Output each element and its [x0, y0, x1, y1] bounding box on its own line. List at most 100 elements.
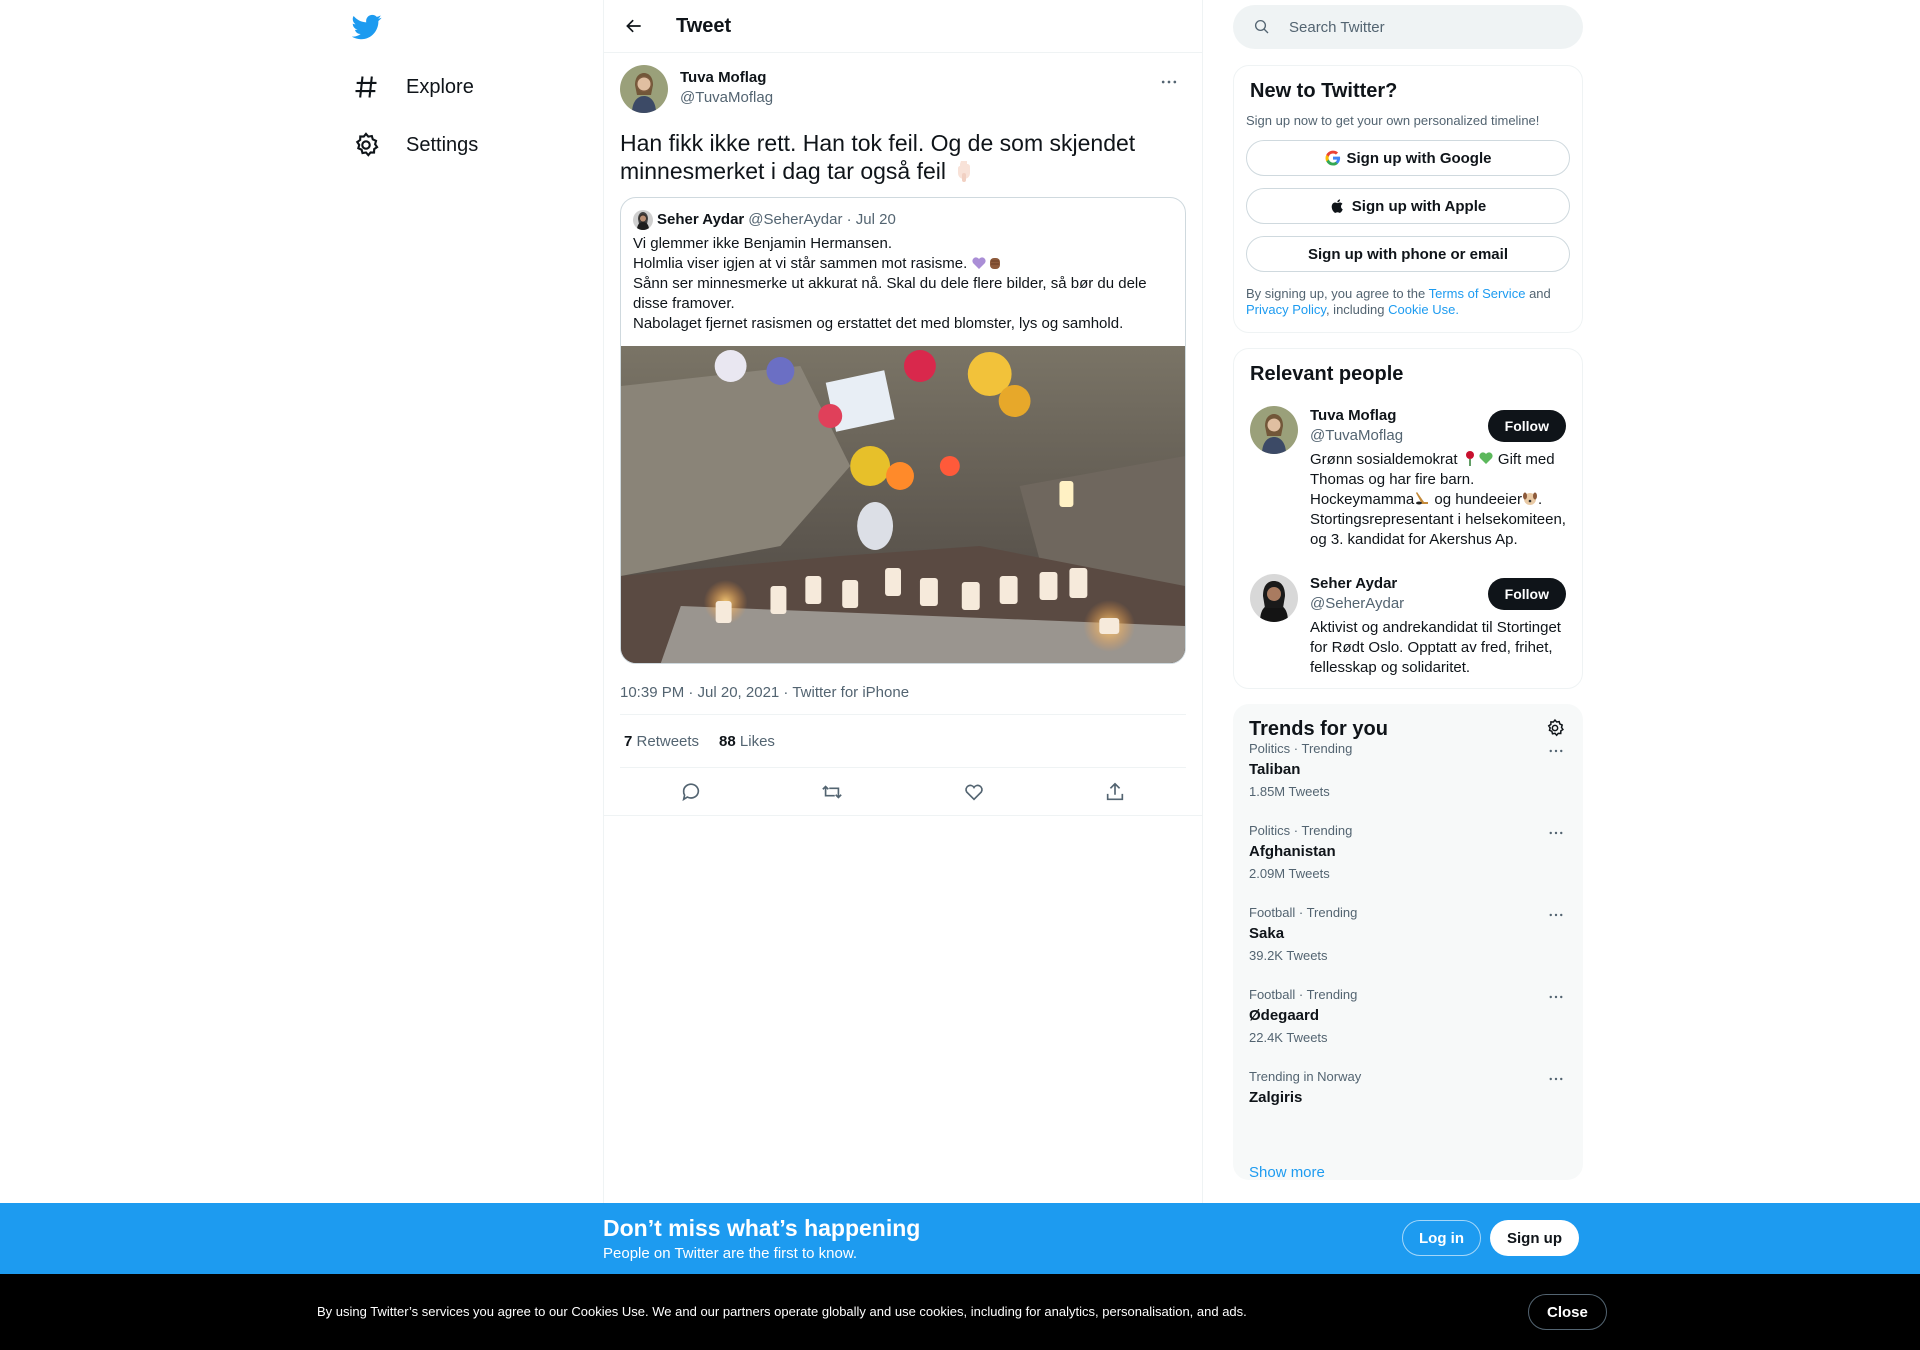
avatar[interactable] — [1250, 406, 1298, 454]
quoted-tweet-text: Vi glemmer ikke Benjamin Hermansen. Holm… — [621, 230, 1185, 346]
like-heart-icon[interactable] — [954, 772, 994, 812]
signup-legal-text: By signing up, you agree to the Terms of… — [1246, 286, 1551, 317]
purple-heart-icon — [971, 255, 987, 271]
person-item[interactable]: Tuva Moflag @TuvaMoflag Grønn sosialdemo… — [1250, 406, 1566, 550]
right-sidebar: New to Twitter? Sign up now to get your … — [1233, 0, 1583, 1181]
follow-button[interactable]: Follow — [1487, 410, 1566, 442]
trends-title: Trends for you — [1249, 718, 1388, 740]
signup-email-button[interactable]: Sign up with phone or email — [1246, 236, 1570, 272]
person-bio: Grønn sosialdemokrat Gift med Thomas og … — [1310, 450, 1566, 548]
signup-apple-label: Sign up with Apple — [1351, 197, 1487, 215]
avatar[interactable] — [1250, 574, 1298, 622]
show-more-link[interactable]: Show more — [1249, 1164, 1325, 1181]
more-options-icon[interactable] — [1541, 905, 1571, 925]
signup-button[interactable]: Sign up — [1490, 1220, 1579, 1256]
trend-count: 2.09M Tweets — [1249, 866, 1330, 881]
hockey-icon — [1414, 490, 1430, 506]
more-options-icon[interactable] — [1541, 823, 1571, 843]
relevant-people-title: Relevant people — [1250, 363, 1404, 385]
quoted-tweet-header: Seher Aydar @SeherAydar · Jul 20 — [621, 198, 1185, 230]
tweet-text: Han fikk ikke rett. Han tok feil. Og de … — [620, 129, 1186, 185]
main-column: Tweet Tuva Moflag @TuvaMoflag Han fikk i… — [603, 0, 1203, 1203]
nav-item-explore[interactable]: Explore — [352, 64, 474, 110]
trend-category: Football · Trending — [1249, 987, 1358, 1002]
tweet-meta: 10:39 PM · Jul 20, 2021 · Twitter for iP… — [620, 680, 1186, 715]
tweet-stats: 7 Retweets 88 Likes — [620, 715, 1186, 768]
trend-item[interactable]: Politics · Trending Taliban 1.85M Tweets — [1249, 741, 1567, 823]
separator: · — [842, 211, 856, 228]
nav-label: Settings — [406, 133, 479, 156]
back-arrow-icon[interactable] — [616, 8, 652, 44]
quote-line: Holmlia viser igjen at vi står sammen mo… — [633, 254, 1173, 274]
trend-name: Taliban — [1249, 761, 1301, 778]
quoted-tweet-image[interactable] — [621, 346, 1185, 663]
trend-category: Football · Trending — [1249, 905, 1358, 920]
quote-line: Vi glemmer ikke Benjamin Hermansen. — [633, 235, 892, 252]
page-title: Tweet — [676, 14, 732, 37]
signup-subtitle: Sign up now to get your own personalized… — [1246, 113, 1540, 128]
signup-google-label: Sign up with Google — [1346, 149, 1492, 167]
trend-count: 1.85M Tweets — [1249, 784, 1330, 799]
tweet-text-body: Han fikk ikke rett. Han tok feil. Og de … — [620, 130, 1136, 184]
trend-item[interactable]: Football · Trending Saka 39.2K Tweets — [1249, 905, 1567, 987]
follow-button[interactable]: Follow — [1487, 578, 1566, 610]
person-item[interactable]: Seher Aydar @SeherAydar Aktivist og andr… — [1250, 574, 1566, 678]
quoted-author-name: Seher Aydar — [657, 211, 745, 228]
reply-icon[interactable] — [671, 772, 711, 812]
tweet: Tuva Moflag @TuvaMoflag Han fikk ikke re… — [604, 53, 1202, 816]
trend-item[interactable]: Trending in Norway Zalgiris — [1249, 1069, 1567, 1151]
signup-google-button[interactable]: Sign up with Google — [1246, 140, 1570, 176]
quote-line: Nabolaget fjernet rasismen og erstattet … — [633, 315, 1124, 332]
author-name[interactable]: Tuva Moflag — [680, 68, 773, 88]
cookie-link[interactable]: Cookie Use. — [1388, 302, 1459, 317]
trend-item[interactable]: Politics · Trending Afghanistan 2.09M Tw… — [1249, 823, 1567, 905]
trend-name: Zalgiris — [1249, 1089, 1303, 1106]
search-bar[interactable] — [1233, 5, 1583, 49]
trend-item[interactable]: Football · Trending Ødegaard 22.4K Tweet… — [1249, 987, 1567, 1069]
tweet-actions — [604, 768, 1202, 816]
avatar[interactable] — [620, 65, 668, 113]
tweet-author: Tuva Moflag @TuvaMoflag — [620, 53, 1186, 113]
quote-line: Sånn ser minnesmerke ut akkurat nå. Skal… — [633, 275, 1147, 312]
terms-link[interactable]: Terms of Service — [1429, 286, 1526, 301]
page-header: Tweet — [604, 0, 1202, 53]
trends-card: Trends for you Politics · Trending Talib… — [1233, 704, 1583, 1181]
privacy-link[interactable]: Privacy Policy — [1246, 302, 1326, 317]
more-options-icon[interactable] — [1541, 1069, 1571, 1089]
close-button[interactable]: Close — [1528, 1294, 1607, 1330]
retweet-icon[interactable] — [812, 772, 852, 812]
hashtag-icon — [352, 73, 380, 101]
person-bio: Aktivist og andrekandidat til Stortinget… — [1310, 619, 1561, 676]
login-button[interactable]: Log in — [1402, 1220, 1481, 1256]
signup-banner: Don’t miss what’s happening People on Tw… — [0, 1203, 1920, 1274]
twitter-logo-icon[interactable] — [352, 12, 382, 42]
search-input[interactable] — [1287, 17, 1547, 37]
trend-category: Politics · Trending — [1249, 823, 1353, 838]
trend-count: 22.4K Tweets — [1249, 1030, 1328, 1045]
quoted-tweet[interactable]: Seher Aydar @SeherAydar · Jul 20 Vi glem… — [620, 197, 1186, 664]
trend-name: Ødegaard — [1249, 1007, 1320, 1024]
signup-apple-button[interactable]: Sign up with Apple — [1246, 188, 1570, 224]
dog-face-icon — [1522, 490, 1538, 506]
search-icon — [1253, 18, 1271, 36]
gear-icon — [352, 131, 380, 159]
retweets-stat[interactable]: 7 Retweets — [624, 733, 699, 750]
cookie-text: By using Twitter’s services you agree to… — [317, 1304, 1247, 1319]
green-heart-icon — [1478, 450, 1494, 466]
cookie-bar: By using Twitter’s services you agree to… — [0, 1274, 1920, 1350]
raised-fist-icon — [987, 255, 1003, 271]
nav-item-settings[interactable]: Settings — [352, 122, 478, 168]
likes-stat[interactable]: 88 Likes — [719, 733, 775, 750]
gear-icon[interactable] — [1545, 718, 1567, 740]
rose-icon — [1462, 450, 1478, 466]
banner-title: Don’t miss what’s happening — [603, 1215, 921, 1241]
author-handle[interactable]: @TuvaMoflag — [680, 88, 773, 108]
banner-subtitle: People on Twitter are the first to know. — [603, 1245, 858, 1262]
more-options-icon[interactable] — [1152, 67, 1186, 97]
trend-category: Trending in Norway — [1249, 1069, 1362, 1084]
more-options-icon[interactable] — [1541, 741, 1571, 761]
more-options-icon[interactable] — [1541, 987, 1571, 1007]
share-icon[interactable] — [1095, 772, 1135, 812]
tweet-timestamp[interactable]: 10:39 PM · Jul 20, 2021 · Twitter for iP… — [620, 684, 909, 701]
signup-title: New to Twitter? — [1250, 80, 1398, 102]
